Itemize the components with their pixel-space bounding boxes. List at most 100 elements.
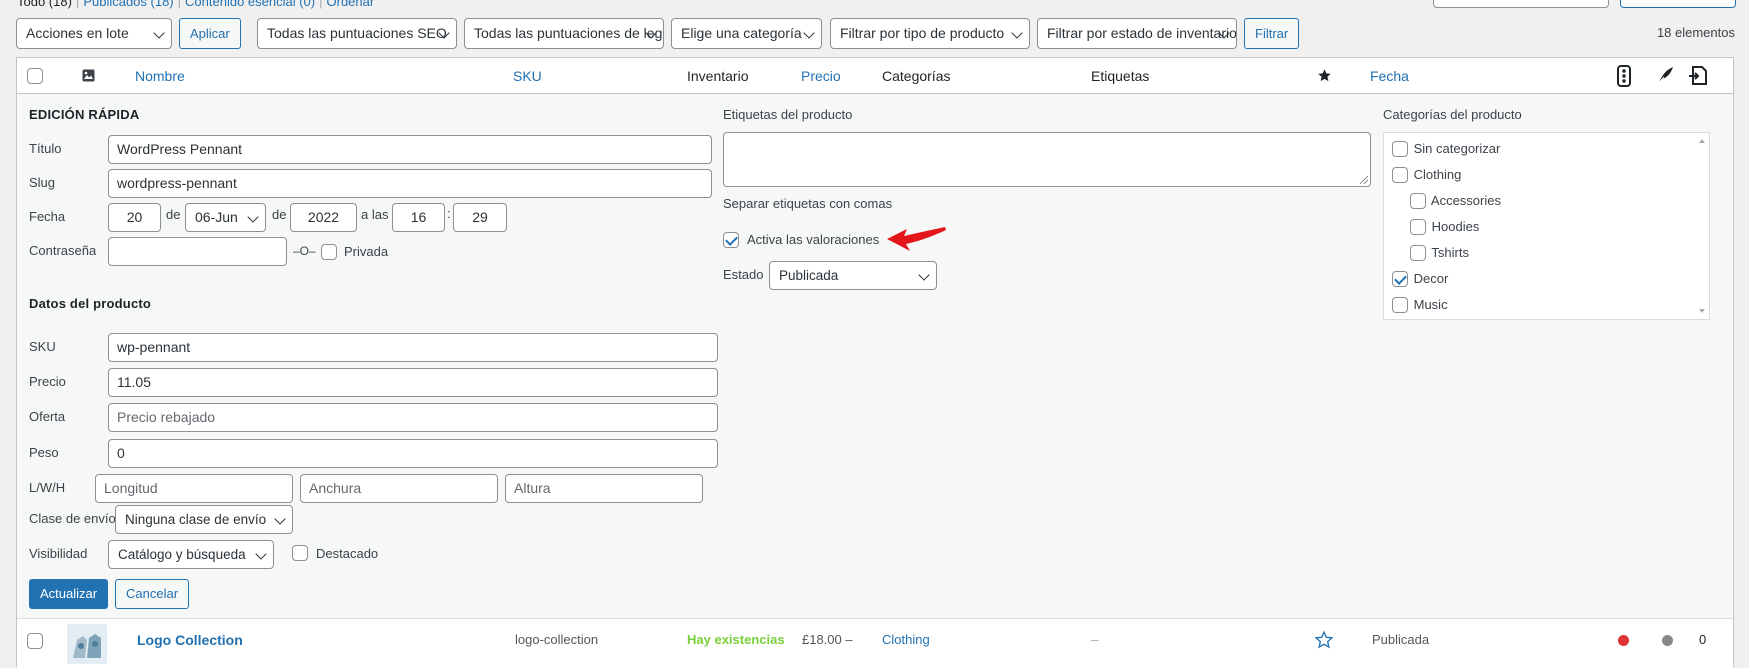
- featured-star-icon[interactable]: [1317, 68, 1332, 83]
- product-category-link[interactable]: Clothing: [882, 632, 930, 647]
- column-name[interactable]: Nombre: [135, 68, 185, 84]
- apply-button[interactable]: Aplicar: [179, 18, 241, 49]
- category-item[interactable]: Hoodies: [1410, 218, 1479, 236]
- date-hour-input[interactable]: 16: [392, 203, 445, 232]
- view-cornerstone[interactable]: Contenido esencial (0): [185, 0, 315, 9]
- select-all-checkbox[interactable]: [27, 68, 43, 84]
- featured-label: Destacado: [316, 546, 379, 561]
- category-checkbox[interactable]: [1392, 166, 1408, 183]
- row-checkbox[interactable]: [27, 633, 43, 649]
- product-categories-heading: Categorías del producto: [1383, 107, 1522, 122]
- enable-reviews-label: Activa las valoraciones: [747, 232, 880, 247]
- quick-edit-heading: EDICIÓN RÁPIDA: [29, 107, 140, 122]
- product-date-status: Publicada: [1372, 632, 1430, 647]
- category-item[interactable]: Tshirts: [1410, 244, 1469, 262]
- private-label: Privada: [344, 244, 389, 259]
- date-colon: :: [447, 206, 451, 221]
- product-tags-heading: Etiquetas del producto: [723, 107, 853, 122]
- links-count: 0: [1699, 632, 1707, 647]
- product-sku: logo-collection: [515, 632, 599, 647]
- tags-hint: Separar etiquetas con comas: [723, 196, 893, 211]
- date-year-input[interactable]: 2022: [290, 203, 357, 232]
- price-input[interactable]: 11.05: [108, 368, 718, 397]
- date-de-1: de: [166, 207, 181, 222]
- view-published[interactable]: Publicados (18): [83, 0, 173, 9]
- status-select[interactable]: Publicada: [769, 261, 937, 290]
- column-stock: Inventario: [687, 68, 749, 84]
- category-checkbox[interactable]: [1410, 192, 1426, 209]
- height-input[interactable]: Altura: [505, 474, 703, 503]
- private-checkbox[interactable]: [321, 244, 337, 260]
- category-item[interactable]: Accessories: [1410, 192, 1501, 210]
- product-data-heading: Datos del producto: [29, 296, 152, 311]
- category-item[interactable]: Sin categorizar: [1392, 140, 1500, 158]
- stock-status: Hay existencias: [687, 632, 785, 647]
- update-button[interactable]: Actualizar: [29, 579, 109, 609]
- category-item[interactable]: Clothing: [1392, 166, 1461, 184]
- weight-label: Peso: [29, 445, 59, 460]
- category-checkbox[interactable]: [1410, 218, 1426, 235]
- featured-checkbox[interactable]: [292, 545, 308, 561]
- weight-input[interactable]: 0: [108, 439, 718, 468]
- width-input[interactable]: Anchura: [300, 474, 498, 503]
- slug-label: Slug: [29, 175, 56, 190]
- product-thumbnail[interactable]: [67, 624, 107, 664]
- table-header: Nombre SKU Inventario Precio Categorías …: [17, 58, 1733, 94]
- bulk-actions-select[interactable]: Acciones en lote: [16, 18, 172, 49]
- view-all[interactable]: Todo (18): [17, 0, 72, 9]
- password-input[interactable]: [108, 237, 287, 266]
- sku-input[interactable]: wp-pennant: [108, 333, 718, 362]
- categories-scrollbar[interactable]: [1695, 133, 1709, 319]
- category-filter[interactable]: Elige una categoría: [671, 18, 822, 49]
- sku-label: SKU: [29, 339, 56, 354]
- category-checkbox[interactable]: [1410, 244, 1426, 261]
- column-price[interactable]: Precio: [801, 68, 841, 84]
- readability-column-icon[interactable]: [1656, 65, 1676, 85]
- stock-status-filter[interactable]: Filtrar por estado de inventario: [1037, 18, 1237, 49]
- item-count: 18 elementos: [1656, 25, 1735, 40]
- sale-price-label: Oferta: [29, 409, 66, 424]
- title-input[interactable]: WordPress Pennant: [108, 135, 712, 164]
- category-checkbox[interactable]: [1392, 140, 1408, 157]
- dimensions-label: L/W/H: [29, 480, 66, 495]
- seo-score-filter[interactable]: Todas las puntuaciones SEO: [257, 18, 457, 49]
- cancel-button[interactable]: Cancelar: [115, 579, 190, 609]
- date-month-select[interactable]: 06-Jun: [185, 203, 266, 232]
- search-button[interactable]: [1620, 0, 1736, 8]
- view-sort[interactable]: Ordenar: [327, 0, 375, 9]
- visibility-select[interactable]: Catálogo y búsqueda: [108, 540, 274, 569]
- category-item[interactable]: Decor: [1392, 270, 1448, 288]
- seo-score-dot: [1618, 635, 1629, 646]
- sale-price-input[interactable]: Precio rebajado: [108, 403, 718, 432]
- password-label: Contraseña: [29, 243, 97, 258]
- column-date[interactable]: Fecha: [1370, 68, 1409, 84]
- shipping-class-select[interactable]: Ninguna clase de envío: [115, 505, 293, 534]
- product-tags: –: [1091, 632, 1099, 647]
- date-at-label: a las: [361, 207, 389, 222]
- length-input[interactable]: Longitud: [95, 474, 293, 503]
- product-categories-list: Sin categorizar Clothing Accessories Hoo…: [1383, 132, 1710, 320]
- product-name-link[interactable]: Logo Collection: [137, 632, 243, 648]
- annotation-arrow-icon: [887, 227, 946, 251]
- visibility-label: Visibilidad: [29, 546, 88, 561]
- links-column-icon[interactable]: [1688, 63, 1710, 87]
- column-categories: Categorías: [882, 68, 951, 84]
- date-minute-input[interactable]: 29: [453, 203, 507, 232]
- table-row[interactable]: Logo Collection logo-collection Hay exis…: [17, 619, 1733, 668]
- search-input[interactable]: [1433, 0, 1609, 8]
- enable-reviews-checkbox[interactable]: [723, 232, 739, 248]
- filter-button[interactable]: Filtrar: [1244, 18, 1299, 49]
- category-checkbox[interactable]: [1392, 296, 1408, 313]
- column-sku[interactable]: SKU: [513, 68, 542, 84]
- date-de-2: de: [272, 207, 287, 222]
- category-checkbox[interactable]: [1392, 270, 1408, 287]
- readability-score-filter[interactable]: Todas las puntuaciones de legibilidad: [464, 18, 664, 49]
- seo-score-column-icon[interactable]: [1617, 65, 1631, 87]
- product-type-filter[interactable]: Filtrar por tipo de producto: [830, 18, 1030, 49]
- slug-input[interactable]: wordpress-pennant: [108, 169, 712, 198]
- date-day-input[interactable]: 20: [108, 203, 161, 232]
- category-item[interactable]: Music: [1392, 296, 1448, 314]
- featured-star-icon[interactable]: [1314, 630, 1334, 650]
- password-or: –O–: [293, 244, 316, 258]
- product-tags-textarea[interactable]: [723, 132, 1371, 187]
